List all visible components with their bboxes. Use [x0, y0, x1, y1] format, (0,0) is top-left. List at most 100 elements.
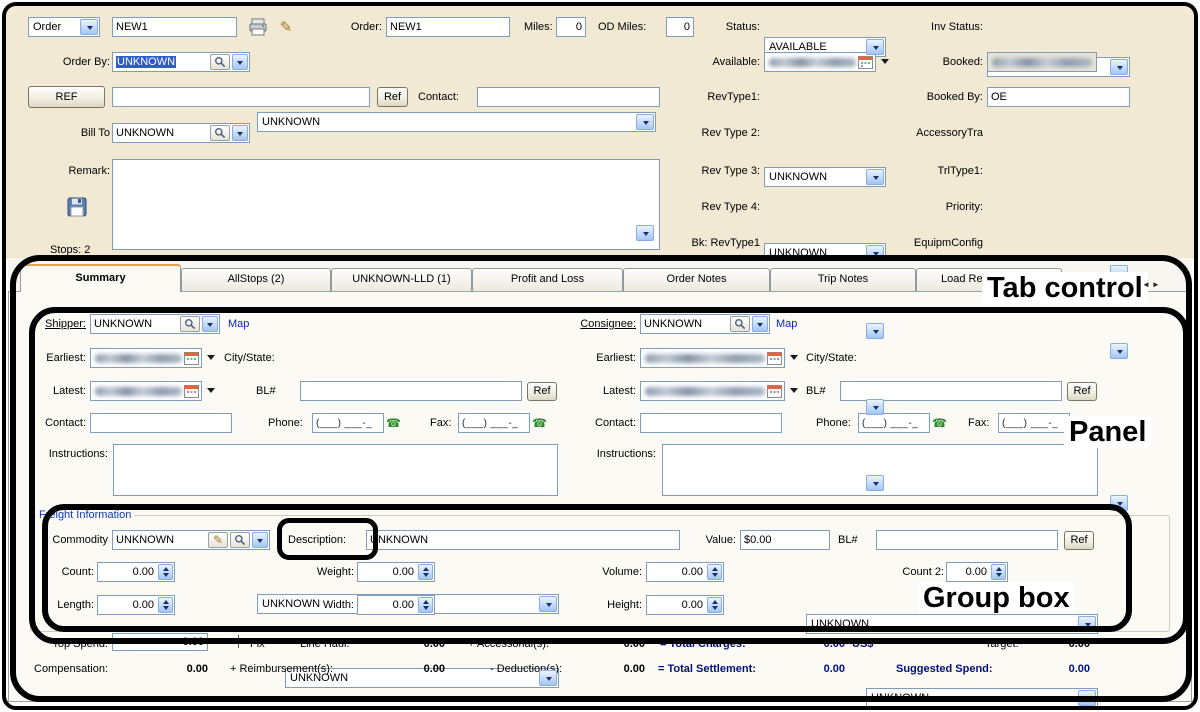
consignee-map-link[interactable]: Map [776, 316, 797, 332]
tab-order-notes[interactable]: Order Notes [623, 268, 770, 291]
consignee-bl-input[interactable] [840, 381, 1062, 401]
tab-summary[interactable]: Summary [20, 264, 181, 292]
consignee-ref-button[interactable]: Ref [1067, 382, 1097, 401]
shipper-map-link[interactable]: Map [228, 316, 249, 332]
consignee-city-select[interactable]: UNKNOWN [866, 688, 1098, 708]
ref-small-button[interactable]: Ref [377, 87, 408, 107]
consignee-latest-date[interactable] [640, 381, 785, 401]
stepper-buttons[interactable] [418, 564, 433, 580]
date-dropdown-arrow[interactable] [207, 388, 215, 397]
tab-profit-and-loss[interactable]: Profit and Loss [472, 268, 623, 291]
consignee-contact-input[interactable] [640, 413, 782, 433]
phone-dial-icon[interactable]: ☎ [932, 413, 947, 433]
weight-stepper[interactable]: 0.00 [357, 562, 435, 582]
phone-dial-icon[interactable]: ☎ [1072, 413, 1087, 433]
stepper-buttons[interactable] [158, 597, 173, 613]
stepper-buttons[interactable] [707, 597, 722, 613]
length-stepper[interactable]: 0.00 [97, 595, 175, 615]
printer-icon [248, 18, 268, 36]
order-type-select[interactable]: Order [28, 17, 100, 37]
booked-by-field[interactable]: OE [987, 87, 1130, 107]
height-stepper[interactable]: 0.00 [646, 595, 724, 615]
order-by-name-select[interactable]: UNKNOWN [257, 112, 656, 132]
date-dropdown-arrow[interactable] [790, 355, 798, 364]
value-input[interactable]: $0.00 [740, 530, 830, 550]
tab-trip-notes[interactable]: Trip Notes [770, 268, 916, 291]
phone-dial-icon[interactable]: ☎ [386, 413, 401, 433]
edit-order-button[interactable]: ✎ [274, 16, 298, 38]
calendar-icon[interactable] [858, 55, 873, 69]
shipper-bl-input[interactable] [300, 381, 522, 401]
calendar-icon[interactable] [767, 384, 782, 398]
consignee-search-button[interactable] [730, 316, 750, 332]
commodity-edit-button[interactable]: ✎ [208, 532, 228, 548]
shipper-contact-input[interactable] [90, 413, 232, 433]
order-number-input[interactable]: NEW1 [112, 17, 237, 37]
consignee-instructions-label: Instructions: [552, 446, 656, 462]
stepper-buttons[interactable] [707, 564, 722, 580]
shipper-label[interactable]: Shipper: [18, 316, 86, 332]
date-dropdown-arrow[interactable] [790, 388, 798, 397]
shipper-fax-input[interactable]: (___) ___-_ [458, 413, 530, 433]
phone-dial-icon[interactable]: ☎ [532, 413, 547, 433]
bill-to-code: UNKNOWN [113, 124, 209, 142]
shipper-earliest-date[interactable] [90, 348, 202, 368]
contact-input[interactable] [477, 87, 660, 107]
date-dropdown-arrow[interactable] [207, 355, 215, 364]
order-value-input[interactable]: NEW1 [386, 17, 510, 37]
chevron-down-icon[interactable] [752, 316, 768, 332]
chevron-down-icon[interactable] [252, 532, 268, 548]
shipper-lookup[interactable]: UNKNOWN [90, 314, 220, 334]
shipper-phone-input[interactable]: (___) ___-_ [312, 413, 384, 433]
stepper-buttons[interactable] [418, 597, 433, 613]
freight-ref-button[interactable]: Ref [1064, 531, 1094, 550]
calendar-icon[interactable] [184, 351, 199, 365]
ref-button[interactable]: REF [28, 86, 105, 108]
shipper-ref-button[interactable]: Ref [527, 382, 557, 401]
tab-allstops[interactable]: AllStops (2) [181, 268, 331, 291]
order-by-lookup[interactable]: UNKNOWN [112, 52, 250, 72]
freight-bl-input[interactable] [876, 530, 1058, 550]
revtype1-select[interactable]: UNKNOWN [764, 167, 886, 187]
remark-textarea[interactable] [112, 159, 660, 250]
calendar-icon[interactable] [184, 384, 199, 398]
consignee-phone-input[interactable]: (___) ___-_ [858, 413, 930, 433]
stepper-buttons[interactable] [158, 564, 173, 580]
consignee-lookup[interactable]: UNKNOWN [640, 314, 770, 334]
save-remark-button[interactable] [64, 194, 90, 220]
copy-order-button[interactable] [246, 16, 270, 38]
stepper-buttons[interactable] [991, 564, 1006, 580]
redacted-value [645, 387, 765, 396]
consignee-earliest-date[interactable] [640, 348, 785, 368]
top-spend-field[interactable]: 0.00 [112, 633, 208, 651]
count-stepper[interactable]: 0.00 [97, 562, 175, 582]
consignee-fax-input[interactable]: (___) ___-_ [998, 413, 1070, 433]
shipper-instructions-textarea[interactable] [113, 444, 558, 496]
bill-to-search-button[interactable] [210, 125, 230, 141]
count2-stepper[interactable]: 0.00 [946, 562, 1008, 582]
shipper-search-button[interactable] [180, 316, 200, 332]
commodity-search-button[interactable] [230, 532, 250, 548]
chevron-down-icon[interactable] [232, 54, 248, 70]
bill-to-lookup[interactable]: UNKNOWN [112, 123, 250, 143]
chevron-down-icon[interactable] [202, 316, 218, 332]
width-stepper[interactable]: 0.00 [357, 595, 435, 615]
miles-field[interactable]: 0 [556, 17, 586, 37]
tab-scroll-icon[interactable]: ◄► [1142, 280, 1162, 289]
commodity-lookup[interactable]: UNKNOWN ✎ [112, 530, 270, 550]
reference-input[interactable] [112, 87, 370, 107]
consignee-label[interactable]: Consignee: [556, 316, 636, 332]
compensation-value: 0.00 [160, 661, 208, 677]
consignee-bl-label: BL# [806, 383, 826, 399]
shipper-latest-date[interactable] [90, 381, 202, 401]
tab-load-requirements[interactable]: Load Requirements [916, 268, 1062, 291]
volume-stepper[interactable]: 0.00 [646, 562, 724, 582]
chevron-down-icon[interactable] [232, 125, 248, 141]
tab-unknown-lld[interactable]: UNKNOWN-LLD (1) [331, 268, 472, 291]
available-date-field[interactable] [764, 52, 876, 72]
commodity-code: UNKNOWN [113, 531, 207, 549]
calendar-icon[interactable] [767, 351, 782, 365]
description-input[interactable]: UNKNOWN [366, 530, 680, 550]
fix-label[interactable]: Fix [250, 636, 265, 652]
order-by-search-button[interactable] [210, 54, 230, 70]
